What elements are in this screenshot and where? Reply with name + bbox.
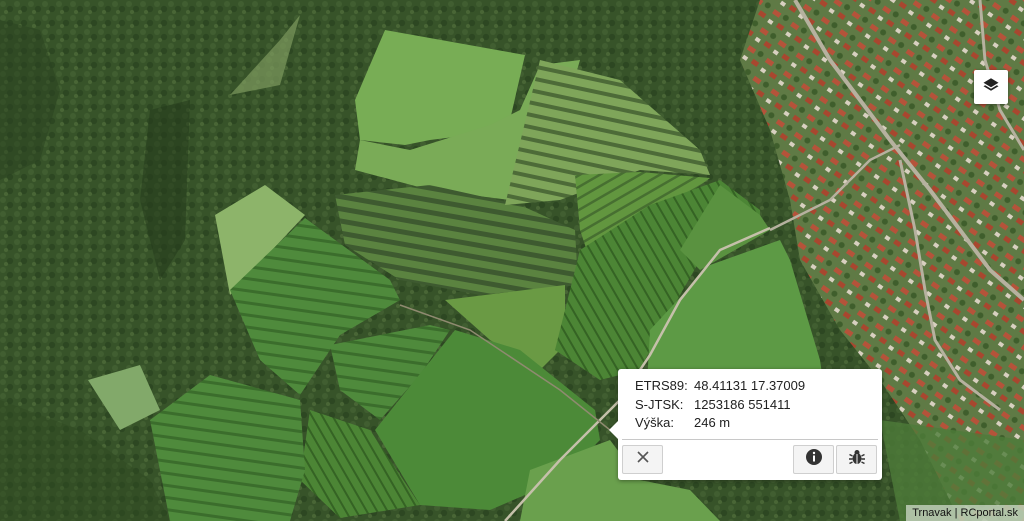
attribution-link[interactable]: RCportal.sk <box>961 507 1018 519</box>
close-button[interactable] <box>622 445 663 474</box>
attribution-text: Trnavak <box>912 507 952 519</box>
location-popup: ETRS89: 48.41131 17.37009 S-JTSK: 125318… <box>609 369 882 480</box>
map-attribution: Trnavak | RCportal.sk <box>906 505 1024 521</box>
info-icon <box>805 448 823 471</box>
close-icon <box>636 450 650 469</box>
layers-icon <box>982 76 1000 99</box>
sjtsk-value: 1253186 551411 <box>694 396 791 412</box>
popup-tail <box>609 421 618 439</box>
attribution-separator: | <box>951 507 961 519</box>
popup-row-elevation: Výška: 246 m <box>635 414 805 433</box>
popup-coordinates: ETRS89: 48.41131 17.37009 S-JTSK: 125318… <box>635 377 805 433</box>
layers-button[interactable] <box>974 70 1008 104</box>
sjtsk-label: S-JTSK: <box>635 396 684 412</box>
popup-divider <box>622 439 878 440</box>
etrs89-label: ETRS89: <box>635 378 688 393</box>
bug-icon <box>848 448 866 471</box>
info-button[interactable] <box>793 445 834 474</box>
etrs89-value: 48.41131 17.37009 <box>694 378 806 393</box>
popup-row-etrs89: ETRS89: 48.41131 17.37009 <box>635 377 805 396</box>
bug-report-button[interactable] <box>836 445 877 474</box>
popup-row-sjtsk: S-JTSK: 1253186 551411 <box>635 396 805 415</box>
elevation-label: Výška: <box>635 415 675 430</box>
elevation-value: 246 m <box>694 415 731 430</box>
